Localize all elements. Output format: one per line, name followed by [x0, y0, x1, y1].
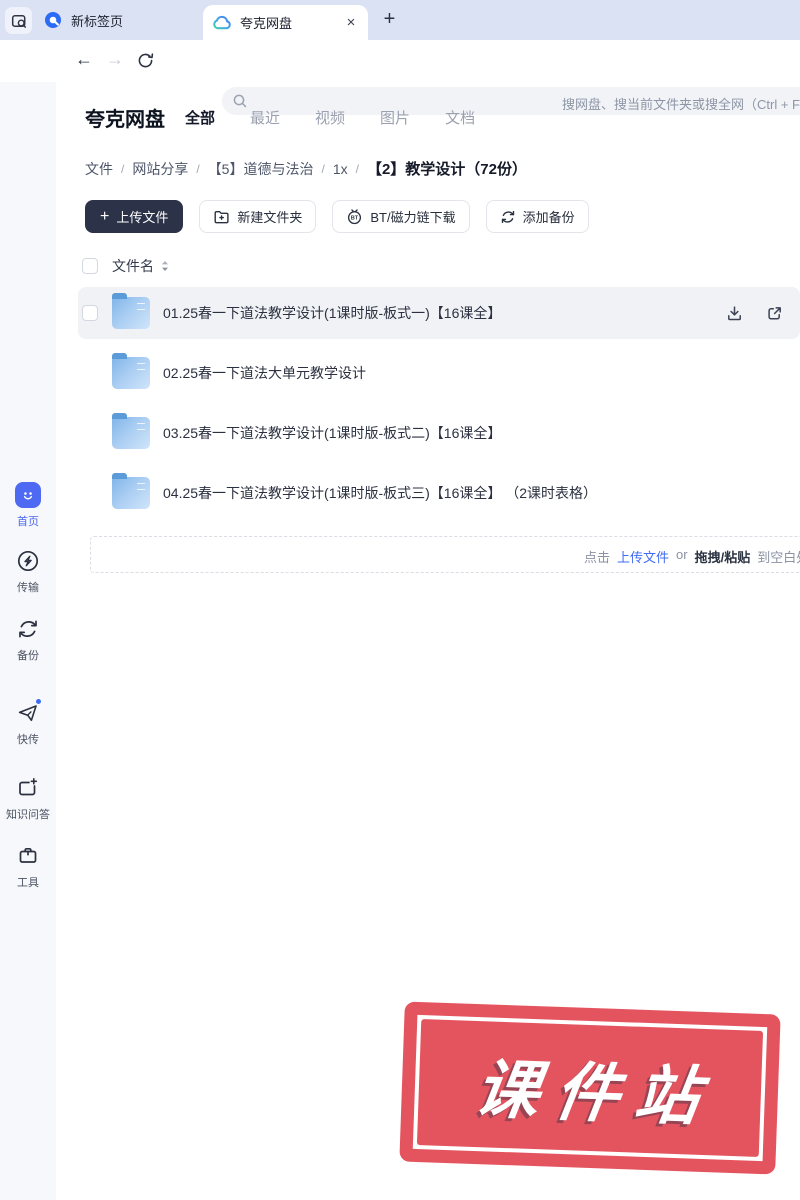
stamp-text: 课件站 — [470, 1053, 721, 1134]
breadcrumb-separator: / — [355, 161, 359, 176]
sidebar-item-label: 首页 — [17, 516, 39, 528]
new-folder-button[interactable]: 新建文件夹 — [199, 200, 317, 233]
hint-prefix: 点击 — [584, 550, 611, 565]
breadcrumb-segment[interactable]: 文件 — [85, 159, 113, 179]
stamp-fill: 课件站 — [416, 1019, 764, 1157]
tab-label: 夸克网盘 — [240, 16, 293, 31]
tab-image[interactable]: 图片 — [380, 107, 410, 128]
tab-label: 新标签页 — [71, 13, 124, 29]
new-folder-icon — [214, 210, 229, 223]
add-backup-label: 添加备份 — [522, 210, 575, 225]
quark-drive-window: 新标签页 夸克网盘 × + ← → 搜网盘、搜当前文件夹或搜全网（Ctrl + … — [0, 0, 800, 1200]
file-row[interactable]: 04.25春一下道法教学设计(1课时版-板式三)【16课全】 （2课时表格） — [78, 467, 800, 519]
hint-drag: 拖拽/粘贴 — [694, 550, 751, 565]
sidebar-item-knowledge-qa[interactable]: 知识问答 — [0, 775, 56, 822]
sidebar: 首页 传输 备份 快传 知识问答 工具 — [0, 82, 56, 1200]
folder-icon — [112, 413, 150, 449]
browser-nav-bar: ← → 搜网盘、搜当前文件夹或搜全网（Ctrl + F） — [0, 40, 800, 115]
tab-all[interactable]: 全部 — [185, 107, 215, 128]
tab-video[interactable]: 视频 — [315, 107, 345, 128]
sidebar-item-label: 传输 — [17, 582, 39, 594]
watermark-stamp: 课件站 — [399, 1001, 781, 1175]
file-name: 01.25春一下道法教学设计(1课时版-板式一)【16课全】 — [163, 305, 502, 321]
breadcrumb-segment[interactable]: 网站分享 — [132, 159, 188, 179]
close-tab-icon[interactable]: × — [343, 15, 359, 31]
refresh-icon[interactable] — [136, 51, 155, 75]
file-table-header: 文件名 — [82, 256, 170, 276]
knowledge-qa-icon — [16, 775, 40, 801]
browser-tab-quark-drive[interactable]: 夸克网盘 × — [203, 5, 368, 40]
back-icon[interactable]: ← — [73, 49, 95, 70]
home-icon — [15, 482, 41, 508]
folder-icon — [112, 293, 150, 329]
plus-icon: + — [100, 207, 110, 225]
breadcrumb-segment[interactable]: 【5】道德与法治 — [208, 159, 314, 179]
breadcrumb-segment[interactable]: 1x — [333, 161, 348, 177]
toolbar: + 上传文件 新建文件夹 BT BT/磁力链下载 添加备份 — [85, 200, 589, 233]
tools-icon — [16, 843, 40, 869]
quark-drive-cloud-icon — [213, 15, 231, 30]
sidebar-item-label: 知识问答 — [6, 809, 50, 821]
sort-icon[interactable] — [160, 260, 170, 272]
browser-tab-bar: 新标签页 夸克网盘 × + — [0, 0, 800, 40]
upload-drop-zone[interactable]: 点击 上传文件 or 拖拽/粘贴 到空白处 — [90, 536, 800, 573]
forward-icon: → — [106, 49, 124, 69]
bt-download-icon: BT — [348, 209, 362, 225]
backup-icon — [16, 616, 40, 642]
quick-send-icon — [16, 698, 42, 726]
sidebar-item-tools[interactable]: 工具 — [0, 843, 56, 890]
svg-text:BT: BT — [351, 216, 359, 222]
search-placeholder: 搜网盘、搜当前文件夹或搜全网（Ctrl + F） — [562, 97, 800, 112]
folder-icon — [112, 353, 150, 389]
breadcrumb-separator: / — [196, 161, 200, 176]
file-row[interactable]: 02.25春一下道法大单元教学设计 — [78, 347, 800, 399]
tab-search-button[interactable] — [5, 7, 32, 34]
sidebar-item-label: 快传 — [17, 734, 39, 746]
breadcrumb-separator: / — [121, 161, 125, 176]
sidebar-item-backup[interactable]: 备份 — [0, 616, 56, 663]
breadcrumb: 文件 / 网站分享 / 【5】道德与法治 / 1x / 【2】教学设计（72份） — [85, 158, 527, 179]
file-row[interactable]: 03.25春一下道法教学设计(1课时版-板式二)【16课全】 — [78, 407, 800, 459]
page-title: 夸克网盘 — [85, 109, 165, 131]
bt-magnet-download-button[interactable]: BT BT/磁力链下载 — [332, 200, 470, 233]
tab-recent[interactable]: 最近 — [250, 107, 280, 128]
quark-logo-icon — [45, 12, 61, 28]
breadcrumb-current: 【2】教学设计（72份） — [366, 161, 527, 178]
filename-column-header: 文件名 — [112, 258, 154, 274]
file-name: 02.25春一下道法大单元教学设计 — [163, 365, 367, 381]
add-backup-button[interactable]: 添加备份 — [485, 200, 589, 233]
browser-tab-newtab[interactable]: 新标签页 — [32, 0, 135, 40]
hint-or: or — [676, 547, 688, 562]
notification-dot — [35, 698, 42, 705]
sidebar-item-quick-send[interactable]: 快传 — [0, 698, 56, 747]
row-checkbox[interactable] — [82, 305, 98, 321]
upload-file-button[interactable]: + 上传文件 — [85, 200, 184, 233]
transfer-icon — [16, 548, 40, 574]
sidebar-item-label: 备份 — [17, 650, 39, 662]
hint-suffix: 到空白处 — [757, 550, 800, 565]
row-actions — [725, 304, 784, 323]
sidebar-item-home[interactable]: 首页 — [0, 482, 56, 529]
file-name: 04.25春一下道法教学设计(1课时版-板式三)【16课全】 （2课时表格） — [163, 485, 598, 501]
sidebar-item-label: 工具 — [17, 877, 39, 889]
download-icon[interactable] — [725, 304, 744, 323]
backup-refresh-icon — [501, 210, 514, 223]
folder-icon — [112, 473, 150, 509]
new-tab-button[interactable]: + — [377, 7, 402, 32]
breadcrumb-separator: / — [321, 161, 325, 176]
upload-hint-text: 点击 上传文件 or 拖拽/粘贴 到空白处 — [584, 547, 800, 566]
filter-tabs: 全部 最近 视频 图片 文档 — [185, 107, 475, 128]
sidebar-item-transfer[interactable]: 传输 — [0, 548, 56, 595]
tab-search-icon — [11, 14, 26, 28]
open-external-icon[interactable] — [765, 304, 784, 323]
new-folder-label: 新建文件夹 — [237, 210, 303, 225]
upload-link[interactable]: 上传文件 — [617, 547, 669, 566]
select-all-checkbox[interactable] — [82, 258, 98, 274]
upload-file-label: 上传文件 — [116, 210, 169, 225]
tab-document[interactable]: 文档 — [445, 107, 475, 128]
file-name: 03.25春一下道法教学设计(1课时版-板式二)【16课全】 — [163, 425, 502, 441]
bt-download-label: BT/磁力链下载 — [370, 210, 456, 225]
file-row[interactable]: 01.25春一下道法教学设计(1课时版-板式一)【16课全】 — [78, 287, 800, 339]
